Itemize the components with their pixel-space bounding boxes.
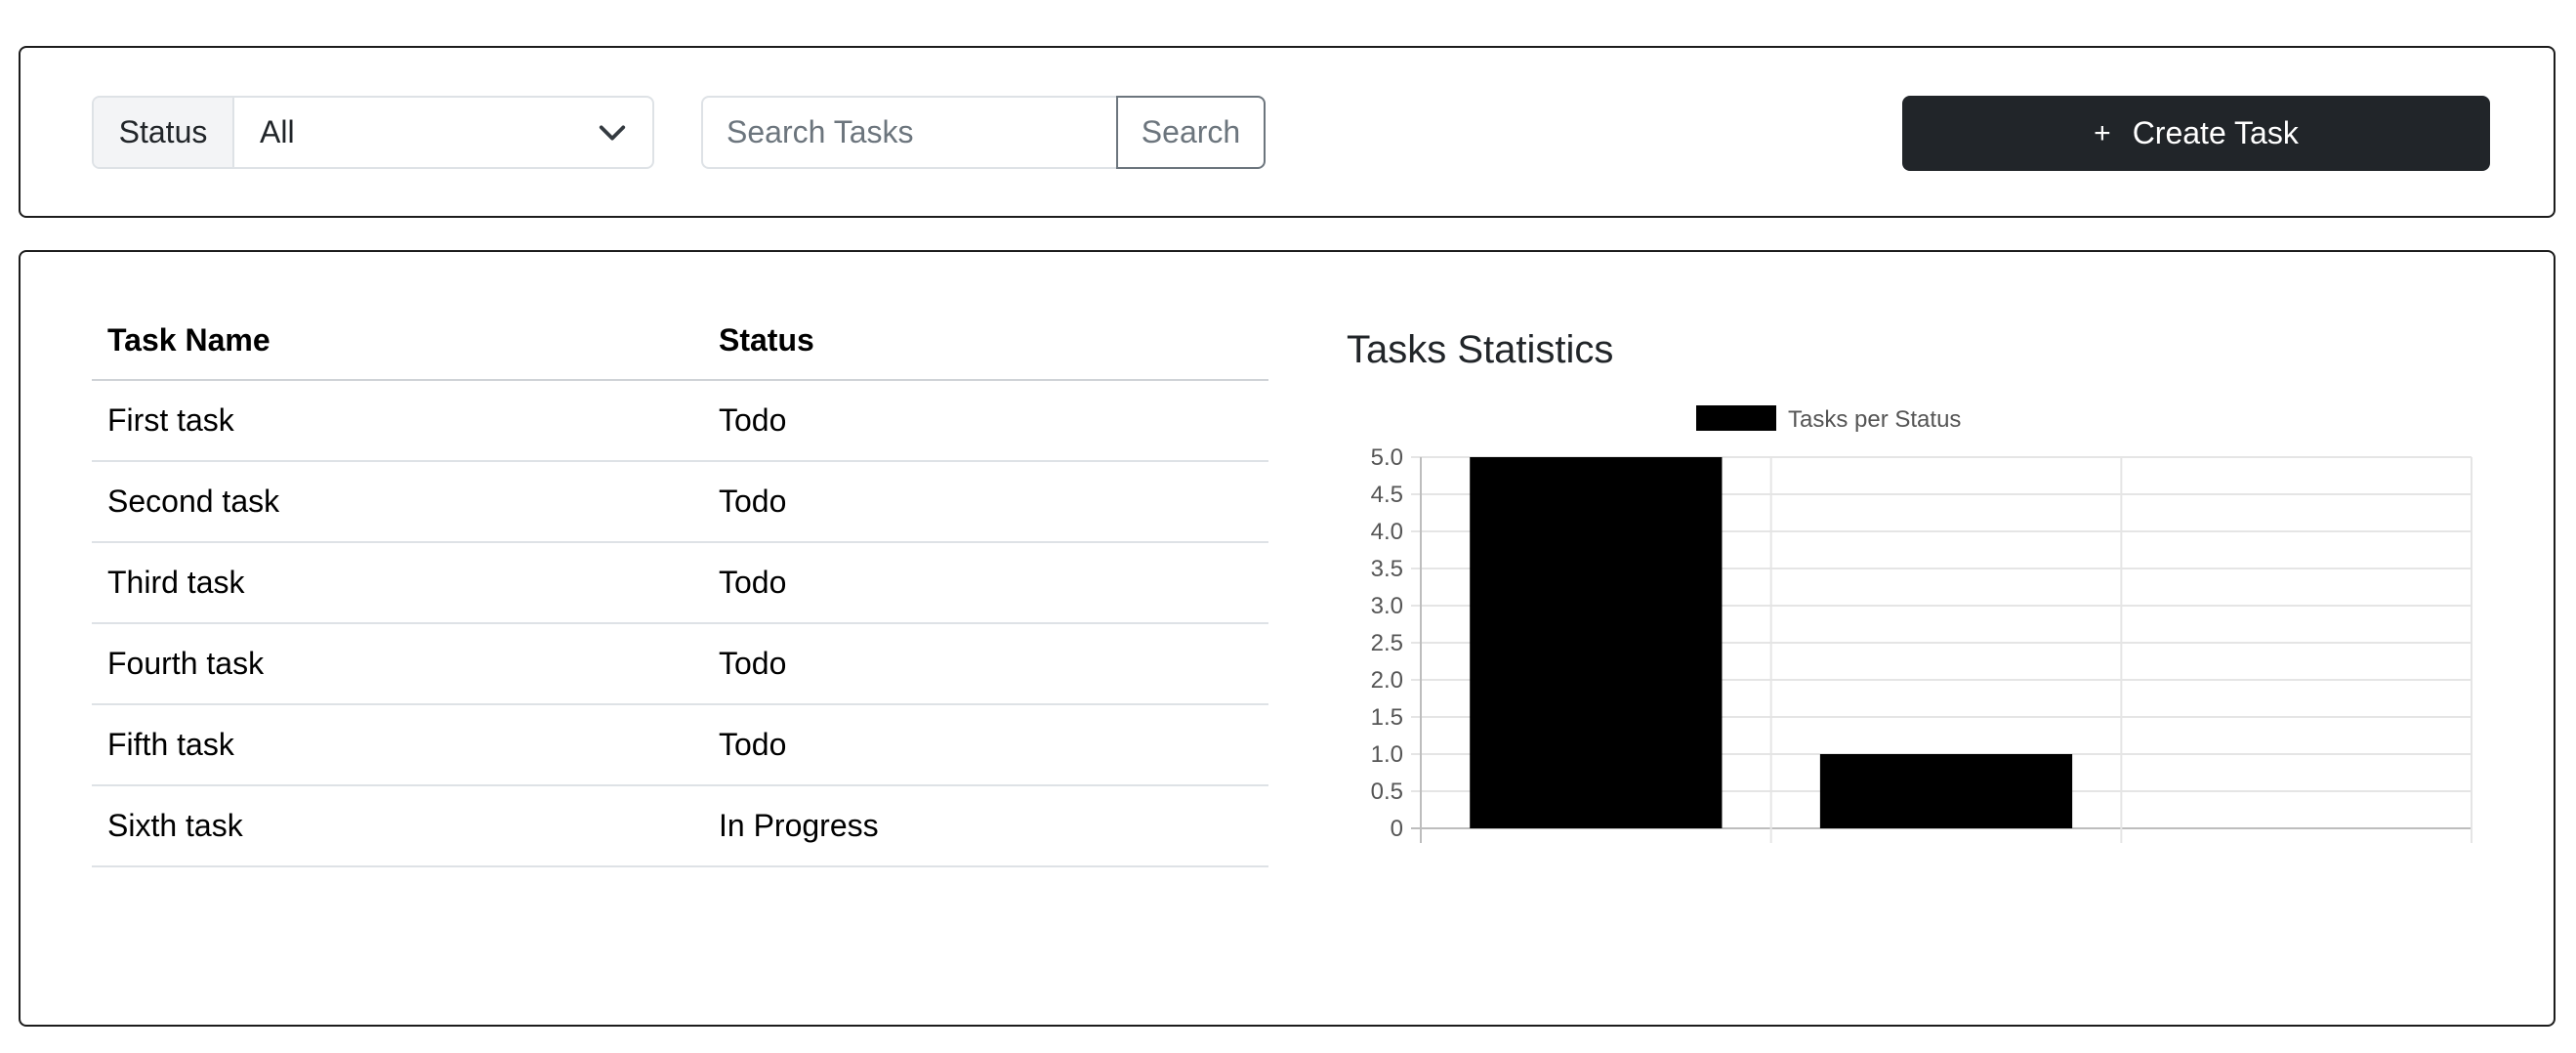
task-name-cell: First task bbox=[92, 380, 703, 462]
chart-title: Tasks Statistics bbox=[1347, 328, 1614, 371]
task-status-cell: In Progress bbox=[703, 785, 1268, 867]
y-tick-label: 4.0 bbox=[1371, 519, 1403, 545]
tasks-bar-chart: 00.51.01.52.02.53.03.54.04.55.0TODOIN_PR… bbox=[1371, 405, 2472, 843]
table-row[interactable]: Second task Todo bbox=[92, 461, 1268, 543]
y-tick-label: 2.0 bbox=[1371, 667, 1403, 694]
table-header-row: Task Name Status bbox=[92, 301, 1268, 381]
search-input[interactable] bbox=[701, 96, 1116, 169]
tasks-table: Task Name Status First task Todo Second … bbox=[92, 301, 1268, 867]
task-status-cell: Todo bbox=[703, 542, 1268, 624]
status-filter-select[interactable]: All bbox=[234, 98, 652, 167]
table-row[interactable]: Fifth task Todo bbox=[92, 704, 1268, 786]
status-filter-group: Status All bbox=[92, 96, 654, 169]
search-group: Search bbox=[701, 96, 1266, 169]
y-tick-label: 2.5 bbox=[1371, 630, 1403, 656]
y-tick-label: 3.5 bbox=[1371, 556, 1403, 582]
status-filter-value: All bbox=[260, 114, 295, 149]
task-status-cell: Todo bbox=[703, 623, 1268, 705]
task-name-cell: Sixth task bbox=[92, 785, 703, 867]
y-tick-label: 0 bbox=[1391, 816, 1403, 842]
task-status-cell: Todo bbox=[703, 461, 1268, 543]
task-name-cell: Second task bbox=[92, 461, 703, 543]
header-task-name: Task Name bbox=[92, 301, 703, 381]
y-tick-label: 1.0 bbox=[1371, 741, 1403, 768]
task-status-cell: Todo bbox=[703, 380, 1268, 462]
create-task-label: Create Task bbox=[2132, 115, 2299, 150]
table-row[interactable]: First task Todo bbox=[92, 380, 1268, 462]
bar-in_progress bbox=[1819, 754, 2073, 828]
status-filter-label: Status bbox=[94, 98, 234, 167]
table-row[interactable]: Third task Todo bbox=[92, 542, 1268, 624]
legend-swatch bbox=[1696, 405, 1776, 431]
y-tick-label: 0.5 bbox=[1371, 779, 1403, 805]
search-button[interactable]: Search bbox=[1116, 96, 1266, 169]
chevron-down-icon bbox=[599, 125, 626, 140]
header-status: Status bbox=[703, 301, 1268, 381]
y-tick-label: 1.5 bbox=[1371, 704, 1403, 731]
content-card: Task Name Status First task Todo Second … bbox=[19, 250, 2555, 1027]
task-name-cell: Fourth task bbox=[92, 623, 703, 705]
table-row[interactable]: Fourth task Todo bbox=[92, 623, 1268, 705]
legend-label: Tasks per Status bbox=[1788, 406, 1961, 433]
task-status-cell: Todo bbox=[703, 704, 1268, 786]
create-task-button[interactable]: + Create Task bbox=[1902, 96, 2490, 171]
y-tick-label: 3.0 bbox=[1371, 593, 1403, 619]
plus-icon: + bbox=[2094, 116, 2111, 149]
task-name-cell: Third task bbox=[92, 542, 703, 624]
y-tick-label: 5.0 bbox=[1371, 444, 1403, 471]
y-tick-label: 4.5 bbox=[1371, 482, 1403, 508]
bar-todo bbox=[1470, 457, 1723, 828]
table-row[interactable]: Sixth task In Progress bbox=[92, 785, 1268, 867]
task-name-cell: Fifth task bbox=[92, 704, 703, 786]
toolbar-card: Status All Search + Create Task bbox=[19, 46, 2555, 218]
